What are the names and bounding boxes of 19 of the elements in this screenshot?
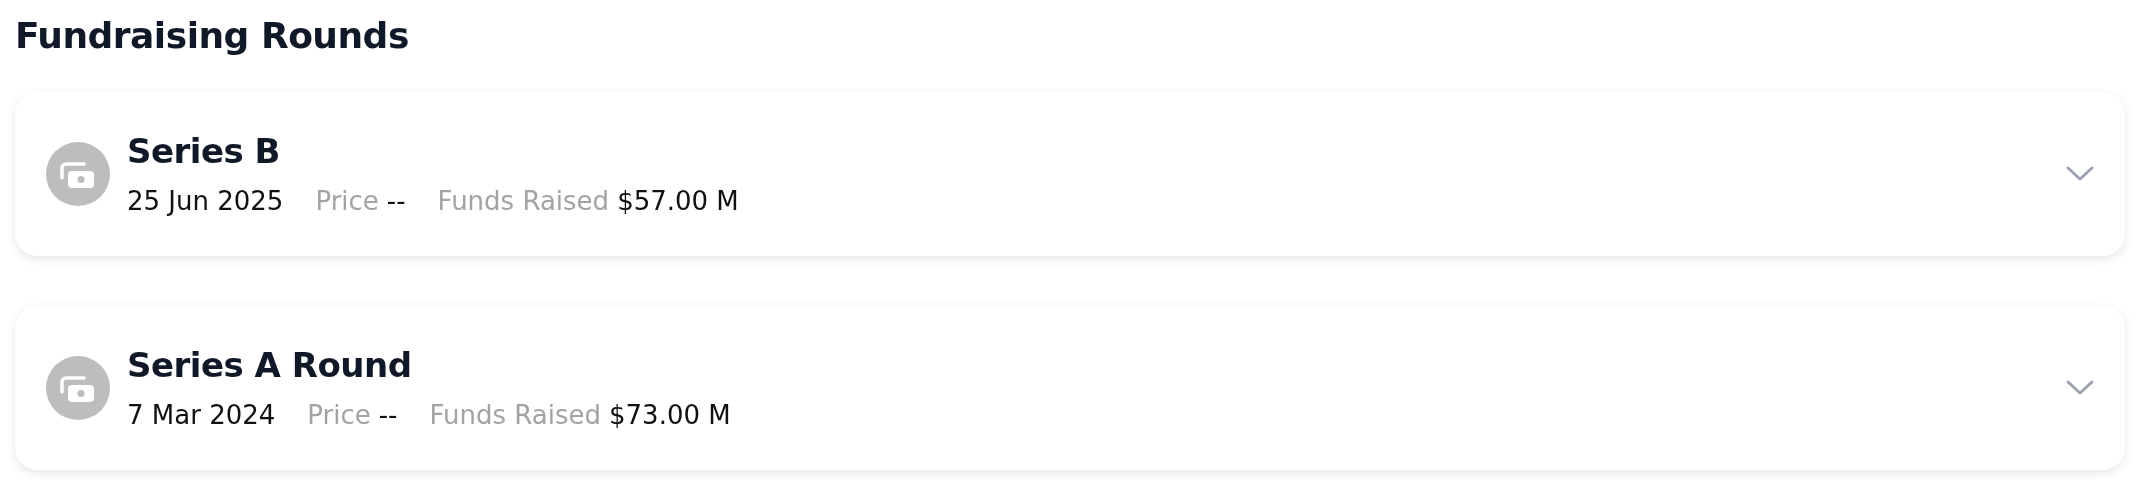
round-name: Series B: [127, 130, 282, 173]
money-icon: [46, 142, 110, 206]
chevron-icon[interactable]: [2065, 379, 2095, 397]
funds-value: $57.00 M: [617, 185, 739, 218]
price-label: Price: [307, 399, 371, 432]
funds-value: $73.00 M: [609, 399, 731, 432]
round-card[interactable]: Series B 25 Jun 2025 Price -- Funds Raised $57.00 M: [15, 92, 2125, 256]
price-value: --: [386, 185, 406, 218]
round-date: 25 Jun 2025: [127, 185, 284, 218]
round-date: 7 Mar 2024: [127, 399, 276, 432]
price-label: Price: [315, 185, 379, 218]
funds-label: Funds Raised: [437, 185, 610, 218]
price-value: --: [378, 399, 398, 432]
round-card[interactable]: Series A Round 7 Mar 2024 Price -- Funds Raised $73.00 M: [15, 306, 2125, 470]
section-title: Fundraising Rounds: [15, 14, 410, 58]
money-icon: [46, 356, 110, 420]
funds-label: Funds Raised: [429, 399, 601, 432]
round-name: Series A Round: [127, 344, 413, 387]
chevron-icon[interactable]: [2065, 165, 2095, 183]
